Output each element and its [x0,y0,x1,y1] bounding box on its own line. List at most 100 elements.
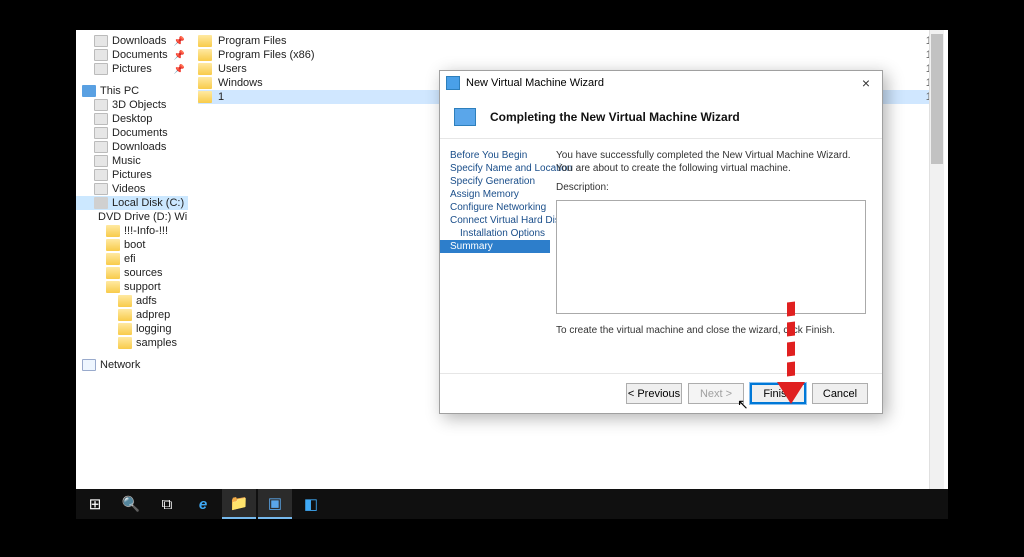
dvd-sub-item[interactable]: !!!-Info-!!! [76,224,188,238]
this-pc-item[interactable]: 3D Objects [76,98,188,112]
item-icon [94,169,108,181]
item-label: Network [100,359,140,371]
network[interactable]: Network [76,358,188,372]
quick-access-item[interactable]: Documents 📌 [76,48,188,62]
folder-icon [198,35,212,47]
item-label: !!!-Info-!!! [124,225,168,237]
wizard-title: New Virtual Machine Wizard [466,77,604,89]
start-button[interactable]: ⊞ [78,489,112,519]
item-label: efi [124,253,136,265]
wizard-step[interactable]: Summary [440,240,550,253]
item-label: Downloads [112,141,166,153]
item-icon [94,197,108,209]
dvd-sub-item[interactable]: samples [76,336,188,350]
item-label: logging [136,323,171,335]
dvd-sub-item[interactable]: boot [76,238,188,252]
file-row[interactable]: Program Files10 [198,34,938,48]
cancel-button[interactable]: Cancel [812,383,868,404]
item-label: adprep [136,309,170,321]
taskbar: ⊞ 🔍 ⧉ e 📁 ▣ ◧ [76,489,948,519]
pin-icon: 📌 [174,36,185,47]
item-label: samples [136,337,177,349]
previous-button[interactable]: < Previous [626,383,682,404]
wizard-step[interactable]: Configure Networking [450,201,550,214]
item-icon [118,337,132,349]
item-label: Videos [112,183,145,195]
item-icon [94,183,108,195]
dvd-sub-item[interactable]: support [76,280,188,294]
this-pc-item[interactable]: Desktop [76,112,188,126]
item-icon [118,323,132,335]
item-label: Desktop [112,113,152,125]
dvd-sub-item[interactable]: sources [76,266,188,280]
item-label: 3D Objects [112,99,166,111]
this-pc-item[interactable]: Downloads [76,140,188,154]
this-pc-item[interactable]: Pictures [76,168,188,182]
wizard-dialog: New Virtual Machine Wizard × Completing … [439,70,883,414]
hyperv-taskbar-button[interactable]: ◧ [294,489,328,519]
item-icon [94,127,108,139]
item-label: Downloads [112,35,166,47]
quick-access-item[interactable]: Downloads 📌 [76,34,188,48]
scrollbar-vertical[interactable] [929,30,944,489]
item-icon [82,359,96,371]
wizard-header-icon [454,108,476,126]
item-icon [106,253,120,265]
pin-icon: 📌 [174,50,185,61]
this-pc-item[interactable]: DVD Drive (D:) WinS [76,210,188,224]
dvd-sub-item[interactable]: adfs [76,294,188,308]
item-icon [118,295,132,307]
wizard-hint: To create the virtual machine and close … [556,324,866,337]
folder-icon [198,49,212,61]
item-icon [94,99,108,111]
search-button[interactable]: 🔍 [114,489,148,519]
this-pc-item[interactable]: Local Disk (C:) [76,196,188,210]
task-view-button[interactable]: ⧉ [150,489,184,519]
item-icon [94,35,108,47]
item-label: Documents [112,49,168,61]
this-pc-item[interactable]: Documents [76,126,188,140]
dvd-sub-item[interactable]: efi [76,252,188,266]
item-label: DVD Drive (D:) WinS [98,211,188,223]
wizard-steps: Before You BeginSpecify Name and Locatio… [440,139,550,373]
wizard-titlebar: New Virtual Machine Wizard × [440,71,882,95]
quick-access-item[interactable]: Pictures📌 [76,62,188,76]
this-pc[interactable]: This PC [76,84,188,98]
item-icon [106,239,120,251]
explorer-taskbar-button[interactable]: 📁 [222,489,256,519]
item-icon [94,141,108,153]
wizard-success-text: You have successfully completed the New … [556,149,866,175]
item-icon [106,267,120,279]
this-pc-item[interactable]: Music [76,154,188,168]
wizard-step[interactable]: Assign Memory [450,188,550,201]
file-row[interactable]: Program Files (x86)10 [198,48,938,62]
wizard-main: You have successfully completed the New … [550,139,882,373]
item-icon [94,113,108,125]
wizard-step[interactable]: Specify Generation [450,175,550,188]
next-button: Next > [688,383,744,404]
dvd-sub-item[interactable]: logging [76,322,188,336]
this-pc-item[interactable]: Videos [76,182,188,196]
item-icon [106,281,120,293]
wizard-heading: Completing the New Virtual Machine Wizar… [490,110,740,124]
item-label: Documents [112,127,168,139]
item-icon [94,155,108,167]
server-manager-button[interactable]: ▣ [258,489,292,519]
item-icon [106,225,120,237]
item-label: Local Disk (C:) [112,197,184,209]
ie-button[interactable]: e [186,489,220,519]
item-label: boot [124,239,145,251]
wizard-step[interactable]: Before You Begin [450,149,550,162]
scrollbar-thumb[interactable] [931,34,943,164]
wizard-step[interactable]: Specify Name and Location [450,162,550,175]
description-box[interactable] [556,200,866,314]
dvd-sub-item[interactable]: adprep [76,308,188,322]
item-icon [82,85,96,97]
wizard-step[interactable]: Installation Options [450,227,550,240]
item-label: Pictures [112,169,152,181]
item-icon [94,49,108,61]
wizard-step[interactable]: Connect Virtual Hard Disk [450,214,550,227]
folder-icon [198,91,212,103]
close-button[interactable]: × [856,76,876,90]
finish-button[interactable]: Finish [750,383,806,404]
